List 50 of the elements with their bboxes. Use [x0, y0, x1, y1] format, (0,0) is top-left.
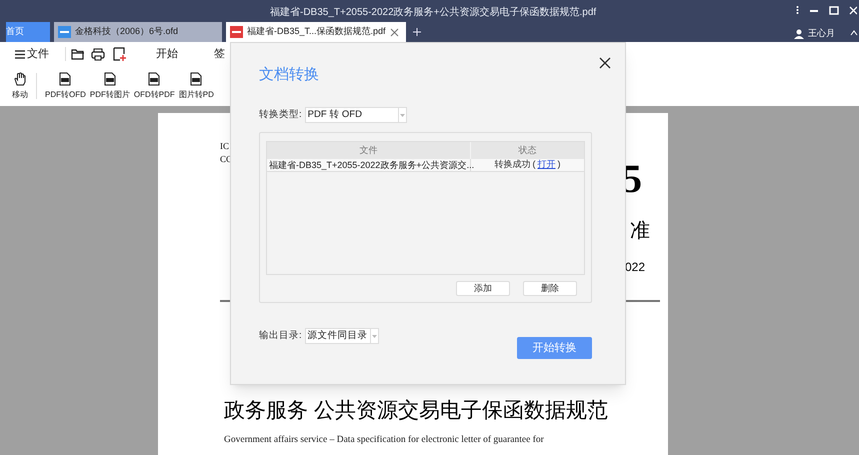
- column-header: 状态: [518, 144, 538, 157]
- tool-button[interactable]: OFD转PDF: [134, 72, 175, 100]
- window-title: 福建省-DB35_T+2055-2022政务服务+公共资源交易电子保函数据规范.pdf: [270, 6, 596, 20]
- table-cell: 福建省-DB35_T+2055-2022政务服务+公共资源交...: [267, 159, 471, 171]
- folder-icon[interactable]: [71, 48, 85, 60]
- dropdown[interactable]: PDF 转 OFD: [304, 107, 407, 123]
- document-title: 准: [630, 219, 650, 244]
- field-label: 输出目录:: [259, 328, 302, 343]
- document-icon: [59, 72, 72, 86]
- open-link[interactable]: 打开: [538, 158, 556, 172]
- ribbon-tab[interactable]: 开始: [156, 46, 178, 62]
- document-icon: [104, 72, 116, 86]
- hand-icon: [14, 72, 26, 86]
- ribbon-tab[interactable]: 签: [214, 46, 225, 62]
- tool-button[interactable]: 图片转PD: [178, 72, 214, 100]
- dialog-title: 文档转换: [259, 65, 319, 85]
- add-tab-icon[interactable]: [412, 28, 421, 36]
- file-type-icon: [58, 26, 71, 38]
- close-icon[interactable]: [599, 57, 611, 69]
- bracket-text: ): [558, 158, 560, 172]
- collapse-icon[interactable]: [850, 30, 858, 36]
- caret-icon: [370, 329, 378, 343]
- document-date: 022: [625, 259, 646, 276]
- tool-button[interactable]: PDF转OFD: [45, 72, 86, 100]
- caret-icon: [398, 108, 406, 122]
- list-button[interactable]: 删除: [523, 281, 577, 296]
- tab[interactable]: 福建省-DB35_T...保函数据规范.pdf: [226, 22, 406, 42]
- document-icon: [190, 72, 202, 86]
- field-label: 转换类型:: [259, 108, 302, 122]
- new-document-icon[interactable]: [113, 47, 126, 61]
- document-subtitle: Government affairs service – Data specification for electronic letter of guarantee for: [224, 434, 544, 446]
- file-type-icon: [230, 26, 243, 38]
- menu-icon: [15, 50, 25, 58]
- status-text: 转换成功: [494, 158, 530, 172]
- tool-button[interactable]: PDF转图片: [90, 72, 130, 100]
- user-name[interactable]: 王心月: [808, 27, 835, 40]
- document-heading: 政务服务 公共资源交易电子保函数据规范: [224, 398, 608, 424]
- document-text: IC: [220, 140, 229, 153]
- dropdown[interactable]: 源文件同目录: [304, 328, 379, 344]
- tool-button[interactable]: 移动: [12, 72, 28, 100]
- maximize-icon[interactable]: [829, 5, 839, 15]
- list-button[interactable]: 添加: [456, 281, 510, 296]
- file-menu[interactable]: 文件: [15, 46, 49, 62]
- more-icon[interactable]: [796, 5, 799, 15]
- bracket-text: (: [532, 158, 536, 172]
- document-icon: [148, 72, 160, 86]
- tab[interactable]: 金格科技（2006）6号.ofd: [54, 22, 222, 42]
- column-header: 文件: [267, 142, 471, 159]
- user-icon: [794, 28, 804, 39]
- printer-icon[interactable]: [91, 48, 105, 60]
